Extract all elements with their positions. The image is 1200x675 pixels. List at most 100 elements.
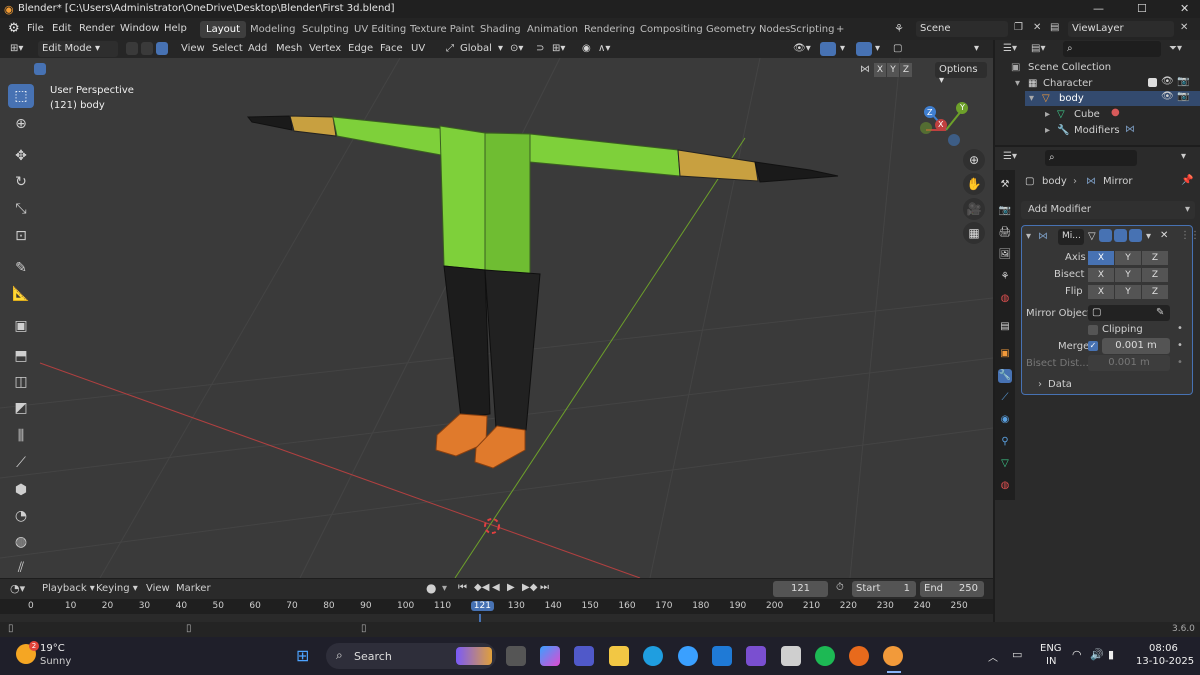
tab-texture-paint[interactable]: Texture Paint [404, 21, 481, 38]
edge-select-button[interactable] [141, 42, 153, 55]
properties-options-icon[interactable]: ▾ [1181, 151, 1186, 162]
visibility-icon[interactable]: 👁▾ [793, 43, 811, 54]
transform-orientation-chevron-icon[interactable]: ▾ [498, 43, 503, 54]
maximize-button[interactable]: ☐ [1137, 2, 1147, 15]
render-tab-icon[interactable]: 📷 [998, 204, 1012, 218]
start-frame-field[interactable]: Start 1 [852, 581, 916, 597]
visibility-eye-icon[interactable]: 👁 [1161, 76, 1174, 87]
gizmo-chevron-icon[interactable]: ▾ [840, 43, 845, 54]
extrude-icon[interactable]: ⬒ [8, 344, 34, 368]
display-mode-icon[interactable]: ▤▾ [1031, 43, 1045, 54]
xray-icon[interactable]: ▢ [893, 43, 902, 54]
smooth-icon[interactable]: ◍ [8, 530, 34, 554]
move-icon[interactable]: ✥ [8, 144, 34, 168]
bisect-z-toggle[interactable]: Z [1142, 268, 1168, 282]
outliner-item-body[interactable]: body [1059, 93, 1084, 104]
prev-keyframe-icon[interactable]: ◆◀ [474, 582, 489, 593]
play-reverse-icon[interactable]: ◀ [492, 582, 500, 593]
modifier-name-input[interactable]: Mi... [1058, 229, 1084, 245]
overlay-chevron-icon[interactable]: ▾ [875, 43, 880, 54]
windows-start-icon[interactable]: ⊞ [296, 646, 316, 666]
next-keyframe-icon[interactable]: ▶◆ [522, 582, 537, 593]
filter-icon[interactable]: ⏷▾ [1169, 43, 1182, 54]
delete-view-layer-icon[interactable]: ✕ [1180, 22, 1188, 33]
poly-build-icon[interactable]: ⬢ [8, 478, 34, 502]
outliner-scene-collection[interactable]: Scene Collection [1028, 62, 1111, 73]
clock-time[interactable]: 08:06 [1149, 643, 1178, 654]
material-tab-icon[interactable]: ◍ [998, 479, 1012, 493]
battery-icon[interactable]: ▮ [1108, 648, 1114, 661]
snap-icon[interactable]: ⊃ [536, 43, 544, 54]
knife-icon[interactable]: ⟋ [8, 451, 34, 475]
clock-date[interactable]: 13-10-2025 [1136, 656, 1194, 667]
select-invert-button[interactable] [80, 63, 92, 75]
menu-keying[interactable]: Keying ▾ [96, 583, 138, 594]
axis-y-toggle[interactable]: Y [1115, 251, 1141, 265]
overlay-toggle-button[interactable] [856, 42, 872, 56]
menu-view[interactable]: View [146, 583, 170, 594]
outliner-editor-icon[interactable]: ☰▾ [1003, 43, 1017, 54]
transform-icon[interactable]: ⊡ [8, 224, 34, 248]
menu-uv[interactable]: UV [411, 43, 425, 54]
data-panel-chevron-icon[interactable]: › [1038, 379, 1042, 390]
gizmo-toggle-button[interactable] [820, 42, 836, 56]
expand-chevron-icon[interactable]: ▾ [1029, 93, 1034, 104]
end-frame-field[interactable]: End 250 [920, 581, 984, 597]
tray-chevron-up-icon[interactable]: ︿ [988, 649, 998, 664]
paint-icon[interactable] [781, 646, 801, 666]
outliner-search-input[interactable]: ⌕ [1063, 41, 1161, 57]
scene-selector[interactable]: Scene [916, 21, 1008, 37]
expand-chevron-icon[interactable]: ▾ [1015, 78, 1020, 89]
pivot-point-icon[interactable]: ⊙▾ [510, 43, 523, 54]
editor-type-icon[interactable]: ⊞▾ [10, 43, 23, 54]
options-dropdown[interactable]: Options ▾ [935, 62, 987, 86]
add-workspace-button[interactable]: + [830, 21, 850, 38]
ortho-grid-icon[interactable]: ▦ [963, 222, 985, 244]
edit-cage-icon[interactable]: ▽ [1088, 231, 1096, 242]
world-tab-icon[interactable]: ◍ [998, 292, 1012, 306]
play-icon[interactable]: ▶ [507, 582, 515, 593]
merge-distance-input[interactable]: 0.001 m [1102, 338, 1170, 354]
stopwatch-icon[interactable]: ⏱ [836, 582, 844, 593]
wifi-icon[interactable]: ◠ [1072, 648, 1082, 661]
weather-temp[interactable]: 19°C [40, 643, 65, 654]
expand-chevron-icon[interactable]: ▸ [1045, 125, 1050, 136]
menu-marker[interactable]: Marker [176, 583, 211, 594]
rotate-icon[interactable]: ↻ [8, 170, 34, 194]
record-options-icon[interactable]: ▾ [442, 583, 447, 594]
tab-uv-editing[interactable]: UV Editing [348, 21, 412, 38]
remove-modifier-icon[interactable]: ✕ [1160, 230, 1168, 241]
tab-geometry-nodes[interactable]: Geometry Nodes [700, 21, 796, 38]
vscode-icon[interactable] [712, 646, 732, 666]
menu-help[interactable]: Help [164, 23, 187, 34]
transform-orientation-selector[interactable]: Global [460, 43, 492, 54]
task-view-icon[interactable] [506, 646, 526, 666]
camera-icon[interactable]: 🎥 [963, 198, 985, 220]
loop-cut-icon[interactable]: ⫼ [8, 424, 34, 448]
jump-start-icon[interactable]: ⏮ [458, 582, 467, 593]
tab-sculpting[interactable]: Sculpting [296, 21, 355, 38]
tab-modeling[interactable]: Modeling [244, 21, 302, 38]
bevel-icon[interactable]: ◩ [8, 396, 34, 420]
collection-tab-icon[interactable]: ▤ [998, 320, 1012, 334]
edge-icon[interactable] [643, 646, 663, 666]
close-button[interactable]: ✕ [1180, 2, 1189, 15]
render-camera-icon[interactable]: 📷 [1177, 76, 1189, 87]
outliner-item-cube[interactable]: Cube [1074, 109, 1100, 120]
menu-face[interactable]: Face [380, 43, 403, 54]
expand-chevron-icon[interactable]: ▸ [1045, 109, 1050, 120]
properties-editor-icon[interactable]: ☰▾ [1003, 151, 1017, 162]
select-intersect-button[interactable] [95, 63, 107, 75]
menu-add[interactable]: Add [248, 43, 267, 54]
tab-layout[interactable]: Layout [200, 21, 246, 38]
menu-window[interactable]: Window [120, 23, 159, 34]
viewport-toggle[interactable] [1114, 229, 1127, 242]
tab-rendering[interactable]: Rendering [578, 21, 641, 38]
particles-tab-icon[interactable]: ⟋ [998, 391, 1012, 405]
scene-tab-icon[interactable]: ⚘ [998, 270, 1012, 284]
data-panel-label[interactable]: Data [1048, 379, 1072, 390]
select-new-button[interactable] [34, 63, 46, 75]
measure-icon[interactable]: 📐 [8, 282, 34, 306]
tab-animation[interactable]: Animation [521, 21, 584, 38]
menu-select[interactable]: Select [212, 43, 243, 54]
